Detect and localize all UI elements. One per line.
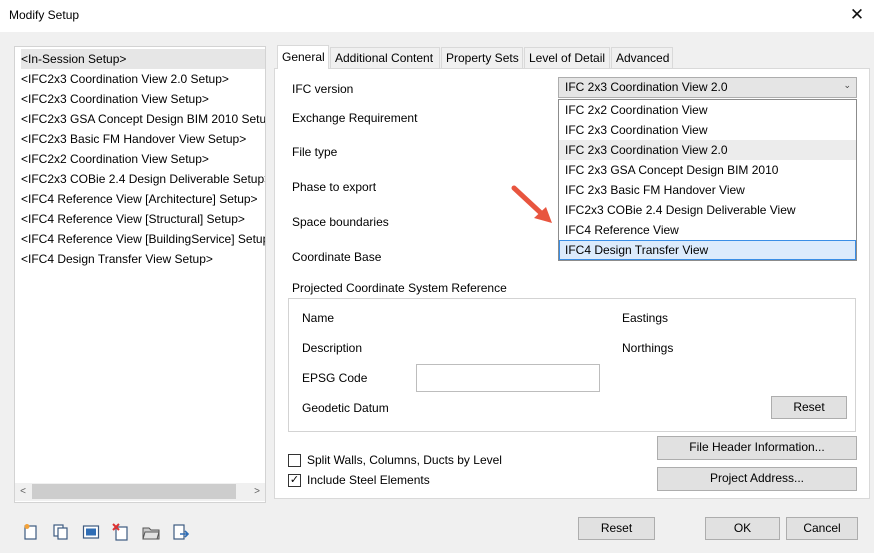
project-address-button[interactable]: Project Address... <box>657 467 857 491</box>
rename-setup-icon[interactable] <box>82 523 100 541</box>
split-walls-checkbox[interactable] <box>288 454 301 467</box>
setup-item-ifc2x3-cobie[interactable]: <IFC2x3 COBie 2.4 Design Deliverable Set… <box>21 169 265 189</box>
duplicate-setup-icon[interactable] <box>52 523 70 541</box>
cancel-button[interactable]: Cancel <box>786 517 858 540</box>
setup-item-ifc2x3-gsa[interactable]: <IFC2x3 GSA Concept Design BIM 2010 Setu… <box>21 109 265 129</box>
tab-general[interactable]: General <box>277 45 329 69</box>
ifc-version-dropdown[interactable]: IFC 2x2 Coordination View IFC 2x3 Coordi… <box>558 99 857 261</box>
include-steel-label: Include Steel Elements <box>307 473 430 487</box>
setup-item-ifc2x3-cv2[interactable]: <IFC2x3 Coordination View 2.0 Setup> <box>21 69 265 89</box>
ok-button[interactable]: OK <box>705 517 780 540</box>
crs-epsg-label: EPSG Code <box>302 371 368 385</box>
phase-label: Phase to export <box>292 180 377 194</box>
setup-item-ifc4-dtv[interactable]: <IFC4 Design Transfer View Setup> <box>21 249 265 269</box>
ifc-option-2x3-fm[interactable]: IFC 2x3 Basic FM Handover View <box>559 180 856 200</box>
scroll-right-icon[interactable]: > <box>249 483 265 501</box>
close-icon[interactable]: ✕ <box>846 3 868 27</box>
tab-level-of-detail[interactable]: Level of Detail <box>524 47 610 68</box>
title-bar <box>0 0 874 32</box>
space-boundaries-label: Space boundaries <box>292 215 389 229</box>
delete-setup-icon[interactable] <box>112 523 130 541</box>
tab-additional-content[interactable]: Additional Content <box>330 47 440 68</box>
ifc-option-2x3-cv2[interactable]: IFC 2x3 Coordination View 2.0 <box>559 140 856 160</box>
scroll-left-icon[interactable]: < <box>15 483 31 501</box>
setup-item-ifc2x3-cv[interactable]: <IFC2x3 Coordination View Setup> <box>21 89 265 109</box>
epsg-code-input[interactable] <box>416 364 600 392</box>
tab-property-sets[interactable]: Property Sets <box>441 47 523 68</box>
ifc-option-2x3-cobie[interactable]: IFC2x3 COBie 2.4 Design Deliverable View <box>559 200 856 220</box>
crs-description-label: Description <box>302 341 363 355</box>
exchange-requirement-label: Exchange Requirement <box>292 111 418 125</box>
chevron-down-icon[interactable]: ⌄ <box>843 80 851 91</box>
crs-eastings-label: Eastings <box>622 311 669 325</box>
tab-advanced[interactable]: Advanced <box>611 47 673 68</box>
ifc-option-ifc4-dtv[interactable]: IFC4 Design Transfer View <box>559 240 856 260</box>
coordinate-base-label: Coordinate Base <box>292 250 382 264</box>
crs-northings-label: Northings <box>622 341 674 355</box>
checkmark-icon: ✓ <box>289 474 300 486</box>
setup-item-ifc4-bs[interactable]: <IFC4 Reference View [BuildingService] S… <box>21 229 265 249</box>
ifc-option-2x3-cv[interactable]: IFC 2x3 Coordination View <box>559 120 856 140</box>
ifc-version-select[interactable]: IFC 2x3 Coordination View 2.0 ⌄ <box>558 77 857 98</box>
new-setup-icon[interactable] <box>22 523 40 541</box>
setup-item-ifc4-struct[interactable]: <IFC4 Reference View [Structural] Setup> <box>21 209 265 229</box>
setup-item-ifc4-arch[interactable]: <IFC4 Reference View [Architecture] Setu… <box>21 189 265 209</box>
include-steel-checkbox[interactable]: ✓ <box>288 474 301 487</box>
crs-datum-label: Geodetic Datum <box>302 401 389 415</box>
setup-item-ifc2x3-fm[interactable]: <IFC2x3 Basic FM Handover View Setup> <box>21 129 265 149</box>
ifc-option-2x3-gsa[interactable]: IFC 2x3 GSA Concept Design BIM 2010 <box>559 160 856 180</box>
setup-item-ifc2x2-cv[interactable]: <IFC2x2 Coordination View Setup> <box>21 149 265 169</box>
file-type-label: File type <box>292 145 338 159</box>
export-setup-icon[interactable] <box>172 523 190 541</box>
scroll-thumb[interactable] <box>32 484 236 499</box>
import-setup-icon[interactable] <box>142 523 160 541</box>
annotation-arrow-icon <box>511 185 552 223</box>
setup-item-in-session[interactable]: <In-Session Setup> <box>21 49 265 69</box>
crs-reset-button[interactable]: Reset <box>771 396 847 419</box>
ifc-option-ifc4-rv[interactable]: IFC4 Reference View <box>559 220 856 240</box>
crs-name-label: Name <box>302 311 335 325</box>
ifc-version-label: IFC version <box>292 82 354 96</box>
file-header-button[interactable]: File Header Information... <box>657 436 857 460</box>
setup-list-scrollbar[interactable]: < > <box>15 483 265 501</box>
projected-crs-label: Projected Coordinate System Reference <box>292 281 507 295</box>
setup-list[interactable]: <In-Session Setup> <IFC2x3 Coordination … <box>14 46 266 503</box>
ifc-option-2x2-cv[interactable]: IFC 2x2 Coordination View <box>559 100 856 120</box>
window-title: Modify Setup <box>9 8 80 22</box>
split-walls-label: Split Walls, Columns, Ducts by Level <box>307 453 502 467</box>
ifc-version-value: IFC 2x3 Coordination View 2.0 <box>565 80 728 94</box>
reset-button[interactable]: Reset <box>578 517 655 540</box>
